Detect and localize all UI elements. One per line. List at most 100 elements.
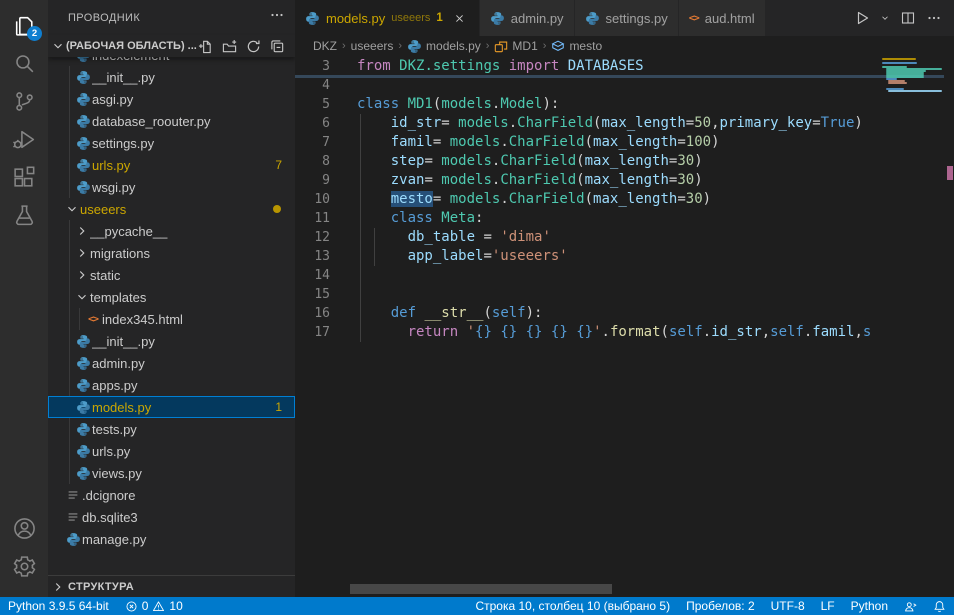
- breadcrumb-item-useeers[interactable]: useeers: [351, 39, 394, 53]
- run-button[interactable]: [854, 10, 870, 26]
- problems-status[interactable]: 010: [117, 597, 191, 615]
- code-line-14[interactable]: 14: [295, 266, 880, 285]
- code-line-7[interactable]: 7 famil= models.CharField(max_length=100…: [295, 133, 880, 152]
- code-line-5[interactable]: 5class MD1(models.Model):: [295, 95, 880, 114]
- breadcrumb-separator-icon: ›: [396, 40, 404, 52]
- run-dropdown-icon[interactable]: [880, 13, 890, 23]
- code-line-content: zvan= models.CharField(max_length=30): [357, 171, 703, 190]
- tree-file-database-roouter-py[interactable]: database_roouter.py: [48, 110, 295, 132]
- selected-text: mesto: [391, 191, 433, 207]
- workspace-section-header[interactable]: (РАБОЧАЯ ОБЛАСТЬ) ...: [48, 35, 295, 57]
- code-line-13[interactable]: 13 app_label='useeers': [295, 247, 880, 266]
- code-line-12[interactable]: 12 db_table = 'dima': [295, 228, 880, 247]
- status-encoding[interactable]: UTF-8: [763, 597, 813, 615]
- outline-section-header[interactable]: СТРУКТУРА: [48, 575, 295, 597]
- code-line-16[interactable]: 16 def __str__(self):: [295, 304, 880, 323]
- file-icon: [64, 488, 82, 502]
- tree-item-label: manage.py: [82, 532, 295, 547]
- refresh-icon[interactable]: [245, 38, 261, 54]
- tree-file--dcignore[interactable]: .dcignore: [48, 484, 295, 506]
- tree-folder-templates[interactable]: templates: [48, 286, 295, 308]
- activity-source-control-icon[interactable]: [0, 82, 48, 120]
- sidebar-header: ПРОВОДНИК: [48, 0, 295, 35]
- tree-file-settings-py[interactable]: settings.py: [48, 132, 295, 154]
- minimap[interactable]: [880, 56, 944, 597]
- tree-item-label: asgi.py: [92, 92, 295, 107]
- status-feedback[interactable]: [896, 597, 925, 615]
- code-line-4[interactable]: 4: [295, 76, 880, 95]
- tree-file-models-py[interactable]: models.py1: [48, 396, 295, 418]
- bell-icon: [933, 600, 946, 613]
- tree-file-urls-py[interactable]: urls.py: [48, 440, 295, 462]
- breadcrumb-item-dkz[interactable]: DKZ: [313, 39, 337, 53]
- tree-folder-migrations[interactable]: migrations: [48, 242, 295, 264]
- python-file-icon: [74, 136, 92, 151]
- code-line-15[interactable]: 15: [295, 285, 880, 304]
- tree-folder--pycache-[interactable]: __pycache__: [48, 220, 295, 242]
- tree-file-urls-py[interactable]: urls.py7: [48, 154, 295, 176]
- breadcrumb-item-models-py[interactable]: models.py: [407, 39, 481, 54]
- warning-count: 10: [169, 599, 182, 613]
- tree-file--init-py[interactable]: __init__.py: [48, 66, 295, 88]
- tree-folder-static[interactable]: static: [48, 264, 295, 286]
- new-file-icon[interactable]: [197, 38, 213, 54]
- code-line-9[interactable]: 9 zvan= models.CharField(max_length=30): [295, 171, 880, 190]
- status-cursor-position[interactable]: Строка 10, столбец 10 (выбрано 5): [467, 597, 678, 615]
- tree-item-label: __init__.py: [92, 334, 295, 349]
- tree-file--init-py[interactable]: __init__.py: [48, 330, 295, 352]
- activity-extensions-icon[interactable]: [0, 158, 48, 196]
- status-label: LF: [821, 599, 835, 613]
- tree-file-tests-py[interactable]: tests.py: [48, 418, 295, 440]
- code-line-17[interactable]: 17 return '{} {} {} {} {}'.format(self.i…: [295, 323, 880, 342]
- code-line-11[interactable]: 11 class Meta:: [295, 209, 880, 228]
- tree-file-admin-py[interactable]: admin.py: [48, 352, 295, 374]
- tree-file-asgi-py[interactable]: asgi.py: [48, 88, 295, 110]
- status-eol[interactable]: LF: [813, 597, 843, 615]
- chevron-down-icon: [50, 38, 66, 54]
- tree-file-apps-py[interactable]: apps.py: [48, 374, 295, 396]
- code-line-content: def __str__(self):: [357, 304, 542, 323]
- activity-run-debug-icon[interactable]: [0, 120, 48, 158]
- tab-settings-py[interactable]: settings.py: [575, 0, 679, 36]
- activity-account-icon[interactable]: [0, 509, 48, 547]
- activity-search-icon[interactable]: [0, 44, 48, 82]
- chevron-right-icon: [48, 580, 68, 594]
- code-line-3[interactable]: 3from DKZ.settings import DATABASES: [295, 57, 880, 76]
- breadcrumb-item-mesto[interactable]: mesto: [551, 39, 602, 53]
- tab-admin-py[interactable]: admin.py: [480, 0, 575, 36]
- tree-folder-useeers[interactable]: useeers: [48, 198, 295, 220]
- status-indentation[interactable]: Пробелов: 2: [678, 597, 763, 615]
- more-actions-icon[interactable]: [926, 10, 942, 26]
- tree-file-manage-py[interactable]: manage.py: [48, 528, 295, 550]
- code-line-10[interactable]: 10 mesto= models.CharField(max_length=30…: [295, 190, 880, 209]
- python-file-icon: [74, 444, 92, 459]
- tree-file-db-sqlite3[interactable]: db.sqlite3: [48, 506, 295, 528]
- close-icon[interactable]: [451, 9, 469, 27]
- code-editor[interactable]: 3from DKZ.settings import DATABASES45cla…: [295, 56, 954, 597]
- python-interpreter-status[interactable]: Python 3.9.5 64-bit: [0, 597, 117, 615]
- activity-testing-icon[interactable]: [0, 196, 48, 234]
- tree-file-views-py[interactable]: views.py: [48, 462, 295, 484]
- feedback-icon: [904, 600, 917, 613]
- code-line-8[interactable]: 8 step= models.CharField(max_length=30): [295, 152, 880, 171]
- chevron-right-icon: [74, 246, 90, 260]
- tree-file-wsgi-py[interactable]: wsgi.py: [48, 176, 295, 198]
- chevron-down-icon: [64, 202, 80, 216]
- code-line-6[interactable]: 6 id_str= models.CharField(max_length=50…: [295, 114, 880, 133]
- activity-explorer-icon[interactable]: 2: [0, 6, 48, 44]
- status-notifications[interactable]: [925, 597, 954, 615]
- python-file-icon: [74, 378, 92, 393]
- horizontal-scrollbar[interactable]: [350, 584, 612, 594]
- code-content[interactable]: 3from DKZ.settings import DATABASES45cla…: [295, 57, 880, 342]
- tree-file-index345-html[interactable]: <>index345.html: [48, 308, 295, 330]
- new-folder-icon[interactable]: [221, 38, 237, 54]
- breadcrumb-item-md1[interactable]: MD1: [494, 39, 537, 53]
- tab-models-py[interactable]: models.pyuseeers1: [295, 0, 480, 36]
- more-actions-icon[interactable]: [269, 7, 285, 28]
- tab-aud-html[interactable]: <>aud.html: [679, 0, 766, 36]
- activity-settings-icon[interactable]: [0, 547, 48, 585]
- status-language-mode[interactable]: Python: [843, 597, 896, 615]
- breadcrumb: DKZ›useeers›models.py›MD1›mesto: [295, 36, 954, 56]
- split-editor-icon[interactable]: [900, 10, 916, 26]
- collapse-all-icon[interactable]: [269, 38, 285, 54]
